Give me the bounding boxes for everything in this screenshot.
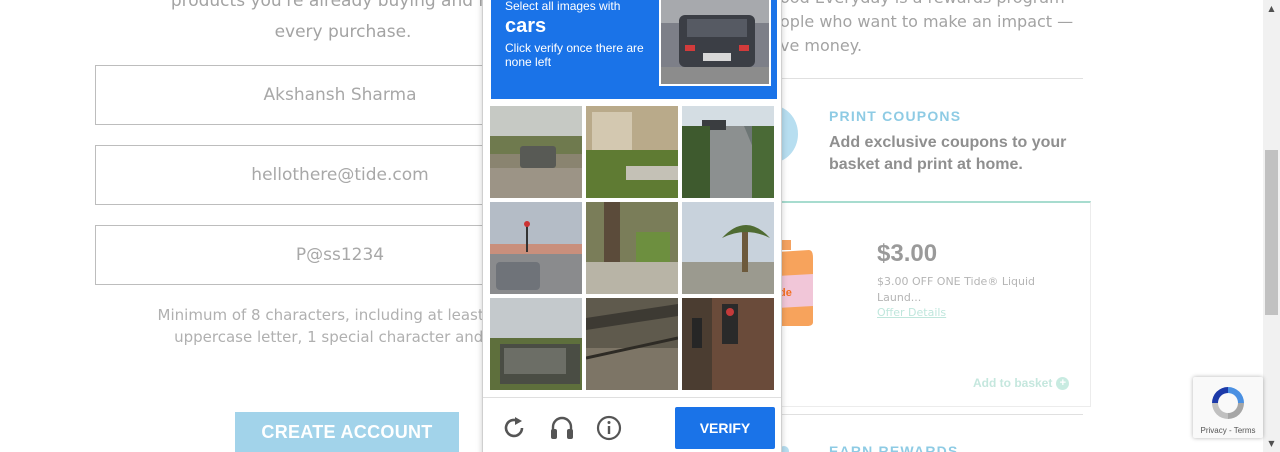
print-coupons-title: PRINT COUPONS — [829, 108, 962, 124]
captcha-tile[interactable] — [682, 106, 774, 198]
reload-icon[interactable] — [501, 415, 527, 441]
captcha-tile[interactable] — [586, 298, 678, 390]
coupon-price: $3.00 — [877, 240, 938, 267]
scroll-down-icon[interactable]: ▼ — [1263, 435, 1280, 452]
scrollbar[interactable]: ▲ ▼ — [1263, 0, 1280, 452]
rewards-intro: ood Everyday is a rewards program ople w… — [780, 0, 1080, 58]
scrollbar-thumb[interactable] — [1265, 150, 1278, 315]
captcha-tile[interactable] — [490, 202, 582, 294]
recaptcha-terms[interactable]: Privacy - Terms — [1193, 426, 1263, 435]
captcha-instruction: Select all images with — [505, 0, 621, 13]
audio-icon[interactable] — [549, 415, 575, 441]
offer-details-link[interactable]: Offer Details — [877, 306, 946, 319]
captcha-tile[interactable] — [682, 298, 774, 390]
captcha-tile[interactable] — [586, 106, 678, 198]
captcha-dialog: Select all images with cars Click verify… — [482, 0, 782, 452]
section-divider — [780, 78, 1083, 79]
coupon-description: $3.00 OFF ONE Tide® Liquid Laund... — [877, 275, 1035, 304]
captcha-tile[interactable] — [586, 202, 678, 294]
add-to-basket-label: Add to basket — [973, 376, 1053, 390]
plus-icon: + — [1056, 376, 1070, 390]
create-account-button[interactable]: CREATE ACCOUNT — [235, 412, 459, 452]
captcha-header: Select all images with cars Click verify… — [491, 0, 777, 99]
rewards-intro-line3: ve money. — [780, 36, 863, 55]
captcha-tile[interactable] — [682, 202, 774, 294]
captcha-sample-image — [659, 0, 771, 86]
captcha-tile[interactable] — [490, 298, 582, 390]
earn-rewards-title: EARN REWARDS — [829, 443, 959, 452]
recaptcha-badge[interactable]: Privacy - Terms — [1193, 377, 1263, 438]
rewards-intro-line2: ople who want to make an impact — — [780, 12, 1074, 31]
section-divider-2 — [780, 414, 1083, 415]
captcha-footer-divider — [483, 397, 781, 398]
scroll-up-icon[interactable]: ▲ — [1263, 0, 1280, 17]
print-coupons-description: Add exclusive coupons to your basket and… — [829, 134, 1067, 173]
captcha-sub-instruction: Click verify once there are none left — [505, 41, 644, 69]
captcha-target: cars — [505, 15, 547, 37]
rewards-intro-line1: ood Everyday is a rewards program — [780, 0, 1080, 10]
captcha-tile-grid — [490, 106, 775, 391]
add-to-basket-button[interactable]: Add to basket + — [973, 376, 1070, 390]
info-icon[interactable] — [596, 415, 622, 441]
page: products you're already buying and help … — [0, 0, 1280, 452]
recaptcha-logo-icon — [1212, 387, 1244, 419]
verify-button[interactable]: VERIFY — [675, 407, 775, 449]
captcha-tile[interactable] — [490, 106, 582, 198]
